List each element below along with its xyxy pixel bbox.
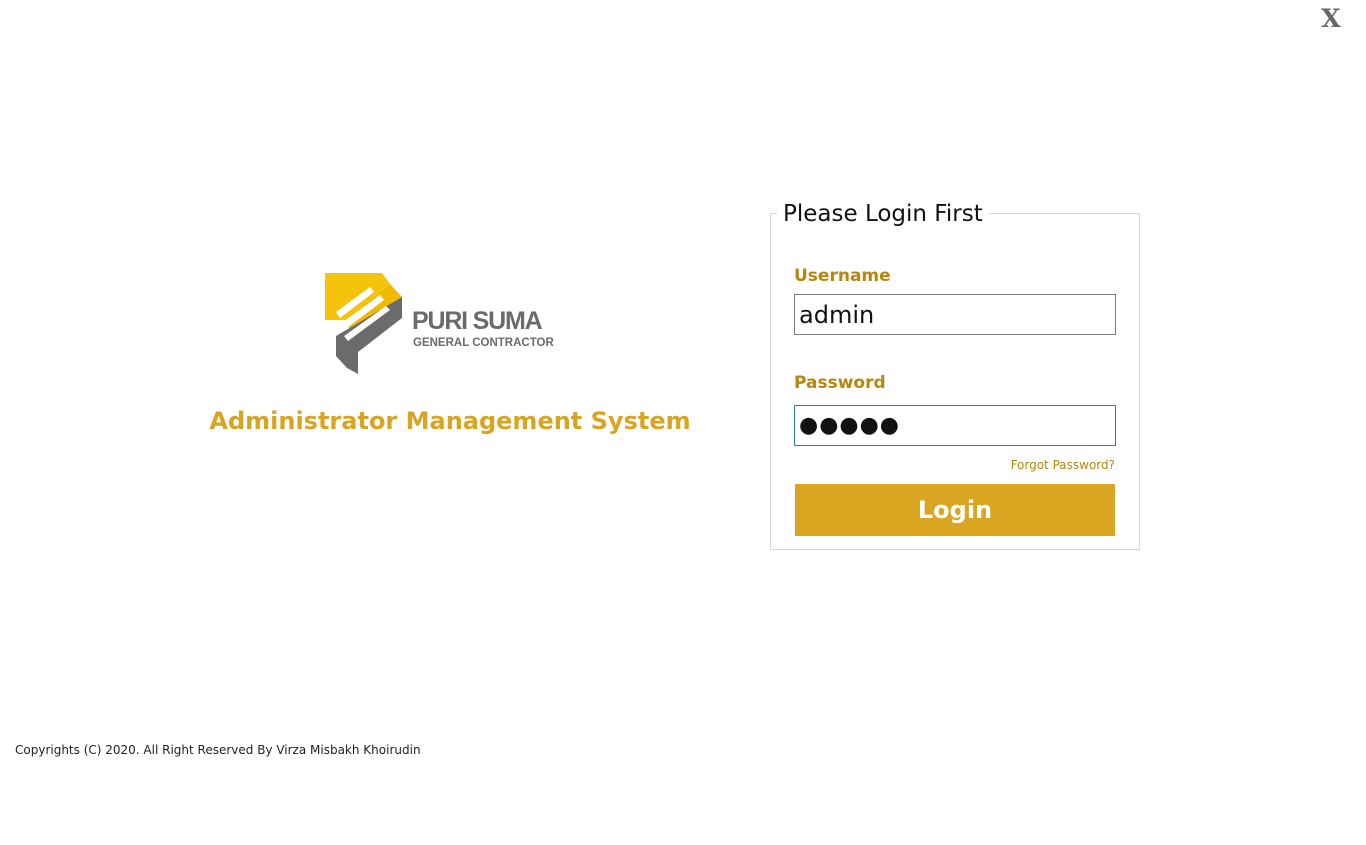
brand-logo: PURI SUMA GENERAL CONTRACTOR [322, 270, 572, 378]
brand-name: PURI SUMA [412, 307, 543, 335]
password-label: Password [794, 373, 886, 393]
login-heading: Please Login First [777, 198, 989, 230]
username-field[interactable] [794, 294, 1116, 335]
app-title: Administrator Management System [209, 407, 691, 435]
logo-mark-icon [325, 273, 402, 374]
copyright-text: Copyrights (C) 2020. All Right Reserved … [15, 743, 421, 757]
login-window: X PURI SUMA GENERAL CONTRACTOR Administr… [0, 0, 1366, 845]
password-field[interactable] [794, 405, 1116, 446]
login-button[interactable]: Login [795, 484, 1115, 536]
brand-subtitle: GENERAL CONTRACTOR [413, 337, 554, 349]
username-label: Username [794, 266, 891, 286]
forgot-password-link[interactable]: Forgot Password? [960, 457, 1115, 473]
close-icon[interactable]: X [1318, 4, 1344, 34]
